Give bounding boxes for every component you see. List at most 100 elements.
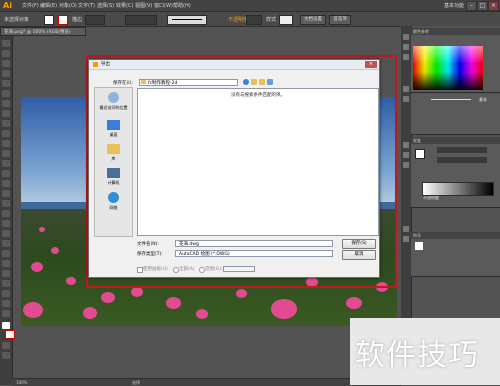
blob-brush-tool-icon[interactable] bbox=[2, 140, 10, 147]
direct-selection-tool-icon[interactable] bbox=[2, 50, 10, 57]
hand-tool-icon[interactable] bbox=[2, 300, 10, 307]
flower bbox=[271, 299, 297, 319]
fill-color-icon[interactable] bbox=[2, 322, 10, 329]
range-input[interactable] bbox=[223, 266, 255, 272]
filetype-select[interactable]: AutoCAD 绘图 (*.DWG) bbox=[175, 250, 333, 257]
menu-select[interactable]: 选择(S) bbox=[97, 2, 114, 9]
rotate-tool-icon[interactable] bbox=[2, 160, 10, 167]
menu-edit[interactable]: 编辑(E) bbox=[40, 2, 57, 9]
workspace-switcher[interactable]: 基本功能 bbox=[444, 2, 464, 9]
pencil-tool-icon[interactable] bbox=[2, 130, 10, 137]
menu-window[interactable]: 窗口(W) bbox=[154, 2, 173, 9]
pen-tool-icon[interactable] bbox=[2, 80, 10, 87]
screen-mode-icon[interactable] bbox=[2, 352, 10, 359]
places-bar: 最近访问的位置 桌面 库 计算机 网络 bbox=[94, 87, 133, 237]
drawing-mode-icon[interactable] bbox=[2, 342, 10, 349]
dialog-title: 导出 bbox=[101, 62, 110, 67]
flower bbox=[131, 287, 143, 297]
stroke-panel-icon[interactable] bbox=[403, 142, 409, 148]
eraser-tool-icon[interactable] bbox=[2, 150, 10, 157]
app-logo: Ai bbox=[3, 1, 12, 10]
menu-type[interactable]: 文字(T) bbox=[78, 2, 95, 9]
fill-swatch[interactable] bbox=[44, 15, 54, 25]
blend-tool-icon[interactable] bbox=[2, 250, 10, 257]
shape-builder-tool-icon[interactable] bbox=[2, 200, 10, 207]
dialog-close-icon[interactable]: × bbox=[365, 61, 377, 68]
artboard-tool-icon[interactable] bbox=[2, 280, 10, 287]
export-dialog: 导出 × 保存在(I): fc制作教程-2d 最近访问的位置 桌面 库 计算机 … bbox=[88, 59, 380, 278]
recent-places-icon bbox=[108, 92, 119, 103]
width-tool-icon[interactable] bbox=[2, 180, 10, 187]
preferences-button[interactable]: 首选项 bbox=[329, 15, 351, 25]
opacity-field[interactable] bbox=[246, 15, 262, 25]
color-panel-header[interactable]: 颜色参考 bbox=[411, 28, 500, 35]
flower bbox=[236, 289, 247, 298]
menu-help[interactable]: 帮助(H) bbox=[173, 2, 191, 9]
save-in-select[interactable]: fc制作教程-2d bbox=[139, 79, 238, 86]
desktop-icon bbox=[107, 120, 120, 130]
opacity-label[interactable]: 不透明度 bbox=[228, 16, 248, 23]
line-tool-icon[interactable] bbox=[2, 100, 10, 107]
gradient-panel-icon[interactable] bbox=[403, 152, 409, 158]
menu-file[interactable]: 文件(F) bbox=[22, 2, 39, 9]
stroke-color-icon[interactable] bbox=[5, 330, 15, 339]
paintbrush-tool-icon[interactable] bbox=[2, 120, 10, 127]
eyedropper-tool-icon[interactable] bbox=[2, 240, 10, 247]
slice-tool-icon[interactable] bbox=[2, 290, 10, 297]
app-icon bbox=[93, 62, 98, 67]
selection-tool-icon[interactable] bbox=[2, 40, 10, 47]
close-button[interactable]: × bbox=[488, 1, 499, 11]
filename-input[interactable]: 花海.dwg bbox=[175, 240, 333, 247]
column-graph-tool-icon[interactable] bbox=[2, 270, 10, 277]
magic-wand-tool-icon[interactable] bbox=[2, 60, 10, 67]
symbol-sprayer-tool-icon[interactable] bbox=[2, 260, 10, 267]
brush-definition-select[interactable] bbox=[167, 15, 207, 25]
gradient-tool-icon[interactable] bbox=[2, 230, 10, 237]
color-guide-icon[interactable] bbox=[403, 44, 409, 50]
symbol-item[interactable] bbox=[415, 242, 423, 250]
symbols-panel-header[interactable]: 符号 bbox=[411, 232, 500, 239]
layers-icon[interactable] bbox=[403, 236, 409, 242]
maximize-button[interactable]: □ bbox=[477, 1, 488, 11]
stroke-weight-field[interactable] bbox=[85, 15, 105, 25]
graphic-style-swatch[interactable] bbox=[279, 15, 293, 25]
type-tool-icon[interactable] bbox=[2, 90, 10, 97]
save-in-label: 保存在(I): bbox=[113, 81, 133, 86]
lasso-tool-icon[interactable] bbox=[2, 70, 10, 77]
document-tab[interactable]: 花海.png* @ 100% (RGB/预览) bbox=[0, 27, 86, 36]
gradient-swatch[interactable] bbox=[415, 149, 425, 159]
mesh-tool-icon[interactable] bbox=[2, 220, 10, 227]
up-folder-icon[interactable] bbox=[251, 79, 257, 85]
menu-view[interactable]: 视图(V) bbox=[135, 2, 152, 9]
save-button[interactable]: 保存(S) bbox=[342, 239, 376, 249]
swatches-icon[interactable] bbox=[403, 54, 409, 60]
menu-object[interactable]: 对象(O) bbox=[59, 2, 77, 9]
symbols-icon[interactable] bbox=[403, 96, 409, 102]
free-transform-tool-icon[interactable] bbox=[2, 190, 10, 197]
rectangle-tool-icon[interactable] bbox=[2, 110, 10, 117]
document-setup-button[interactable]: 文档设置 bbox=[300, 15, 326, 25]
transparency-panel-icon[interactable] bbox=[403, 162, 409, 168]
place-desktop-label: 桌面 bbox=[109, 132, 118, 137]
gradient-slider[interactable] bbox=[422, 182, 494, 196]
scale-tool-icon[interactable] bbox=[2, 170, 10, 177]
gradient-panel-header[interactable]: 渐变 bbox=[411, 137, 500, 144]
back-icon[interactable] bbox=[243, 79, 249, 85]
brushes-icon[interactable] bbox=[403, 86, 409, 92]
view-menu-icon[interactable] bbox=[267, 79, 273, 85]
perspective-grid-tool-icon[interactable] bbox=[2, 210, 10, 217]
cancel-button[interactable]: 取消 bbox=[342, 250, 376, 260]
menu-effect[interactable]: 效果(C) bbox=[116, 2, 133, 9]
zoom-tool-icon[interactable] bbox=[2, 310, 10, 317]
minimize-button[interactable]: – bbox=[466, 1, 477, 11]
new-folder-icon[interactable] bbox=[259, 79, 265, 85]
color-panel-icon[interactable] bbox=[403, 34, 409, 40]
gradient-type-select[interactable] bbox=[437, 147, 487, 153]
brush-label: 基本 bbox=[479, 97, 487, 102]
variable-width-select[interactable] bbox=[125, 15, 157, 25]
file-list[interactable]: 没有与搜索条件匹配的项。 bbox=[137, 88, 379, 236]
appearance-icon[interactable] bbox=[403, 226, 409, 232]
gradient-angle-field[interactable] bbox=[437, 157, 487, 163]
stroke-swatch[interactable] bbox=[58, 15, 68, 25]
computer-icon bbox=[107, 168, 120, 178]
